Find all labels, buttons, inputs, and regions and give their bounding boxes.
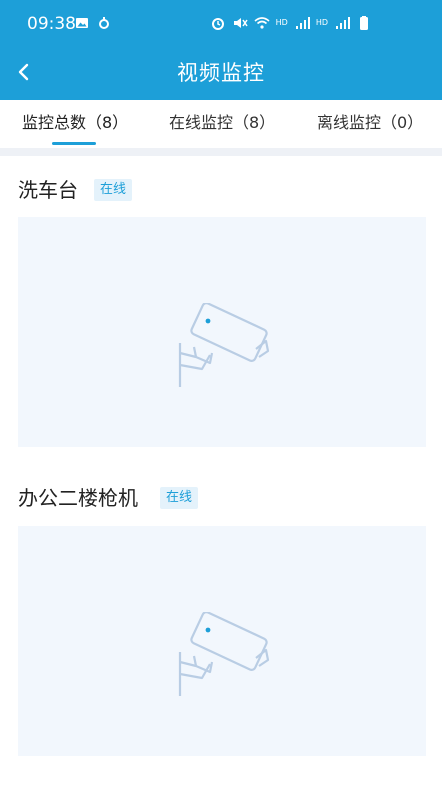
status-bar: 09:38 HD HD: [0, 0, 442, 46]
hd-icon: HD: [315, 18, 328, 27]
mute-icon: [232, 15, 248, 31]
video-player[interactable]: [18, 526, 426, 756]
hd-icon: HD: [275, 18, 288, 27]
camera-icon: [178, 303, 270, 387]
page-title: 视频监控: [177, 61, 265, 85]
signal-4g-icon: [294, 15, 310, 31]
camera-icon: [178, 612, 270, 696]
signal-4g-icon: [334, 15, 350, 31]
wifi-icon: [254, 15, 270, 31]
video-player[interactable]: [18, 217, 426, 447]
status-right-icons: HD HD: [210, 15, 372, 31]
tab-bar: 监控总数（8） 在线监控（8） 离线监控（0）: [0, 100, 442, 148]
image-icon: [74, 15, 90, 31]
tab-total[interactable]: 监控总数（8）: [22, 113, 128, 133]
tab-offline[interactable]: 离线监控（0）: [317, 113, 423, 133]
status-left-icons: [74, 15, 112, 31]
battery-icon: [356, 15, 372, 31]
app-bar: 视频监控: [0, 46, 442, 100]
tab-online[interactable]: 在线监控（8）: [169, 113, 275, 133]
camera-name: 办公二楼枪机: [18, 486, 138, 510]
camera-card: 办公二楼枪机 在线: [0, 466, 442, 766]
status-badge: 在线: [94, 179, 133, 201]
active-tab-indicator: [52, 142, 96, 145]
camera-name: 洗车台: [18, 178, 78, 202]
app-icon: [96, 15, 112, 31]
section-divider: [0, 148, 442, 156]
status-badge: 在线: [160, 487, 199, 509]
camera-card: 洗车台 在线: [0, 156, 442, 456]
status-time: 09:38: [27, 14, 76, 34]
alarm-icon: [210, 15, 226, 31]
